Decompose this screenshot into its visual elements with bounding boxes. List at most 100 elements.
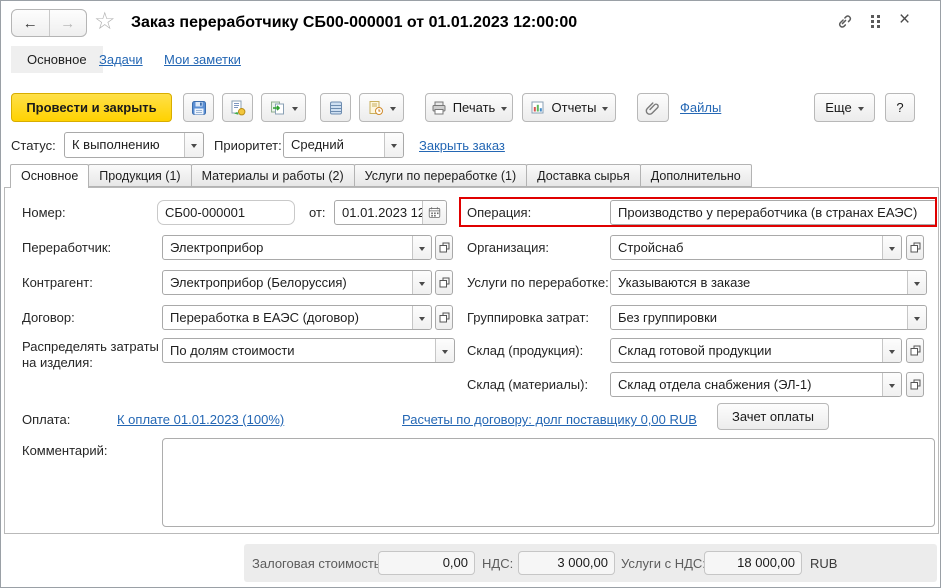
open-form-icon — [439, 242, 449, 253]
create-based-on-button[interactable] — [261, 93, 306, 122]
history-nav-group: ← → — [11, 9, 87, 37]
payment-offset-button[interactable]: Зачет оплаты — [717, 403, 829, 430]
reports-button[interactable]: Отчеты — [522, 93, 616, 122]
vat-field[interactable]: 3 000,00 — [518, 551, 615, 575]
reports-button-label: Отчеты — [551, 100, 597, 115]
status-select[interactable]: К выполнению — [64, 132, 204, 158]
chevron-down-icon[interactable] — [412, 306, 431, 329]
chevron-down-icon[interactable] — [412, 236, 431, 259]
allocate-costs-label: Распределять затраты на изделия: — [22, 339, 159, 370]
date-field[interactable]: 01.01.2023 12:00:00 — [334, 200, 447, 225]
chevron-down-icon[interactable] — [882, 339, 901, 362]
chevron-down-icon[interactable] — [384, 133, 403, 157]
priority-value: Средний — [291, 137, 344, 152]
pledge-cost-field[interactable]: 0,00 — [378, 551, 475, 575]
more-actions-button[interactable]: Еще — [814, 93, 875, 122]
contract-settlements-link[interactable]: Расчеты по договору: долг поставщику 0,0… — [402, 412, 697, 427]
back-button[interactable]: ← — [12, 10, 49, 36]
copy-link-icon[interactable] — [835, 13, 853, 31]
priority-select[interactable]: Средний — [283, 132, 404, 158]
tab-additional[interactable]: Дополнительно — [639, 164, 752, 187]
warehouse-materials-field[interactable]: Склад отдела снабжения (ЭЛ-1) — [610, 372, 902, 397]
organization-field[interactable]: Стройснаб — [610, 235, 902, 260]
chevron-down-icon[interactable] — [907, 271, 926, 294]
forward-button[interactable]: → — [48, 10, 87, 36]
warehouse-products-field[interactable]: Склад готовой продукции — [610, 338, 902, 363]
calendar-icon[interactable] — [422, 201, 446, 224]
services-with-vat-field[interactable]: 18 000,00 — [704, 551, 802, 575]
close-order-link[interactable]: Закрыть заказ — [419, 138, 505, 153]
chevron-down-icon[interactable] — [907, 306, 926, 329]
print-button[interactable]: Печать — [425, 93, 513, 122]
contract-field[interactable]: Переработка в ЕАЭС (договор) — [162, 305, 432, 330]
register-records-button[interactable] — [320, 93, 351, 122]
tab-materials[interactable]: Материалы и работы (2) — [190, 164, 355, 187]
processing-services-field[interactable]: Указываются в заказе — [610, 270, 927, 295]
chevron-down-icon[interactable] — [882, 373, 901, 396]
open-warehouse-products-button[interactable] — [906, 338, 924, 363]
reminder-button[interactable] — [359, 93, 404, 122]
post-and-close-button[interactable]: Провести и закрыть — [11, 93, 172, 122]
processor-value: Электроприбор — [170, 240, 264, 255]
chevron-down-icon[interactable] — [412, 271, 431, 294]
chevron-down-icon[interactable] — [184, 133, 203, 157]
open-warehouse-materials-button[interactable] — [906, 372, 924, 397]
nav-tab-my-notes[interactable]: Мои заметки — [164, 52, 241, 67]
tab-raw-delivery[interactable]: Доставка сырья — [526, 164, 641, 187]
contract-value: Переработка в ЕАЭС (договор) — [170, 310, 359, 325]
document-clock-icon — [368, 100, 384, 116]
allocate-costs-field[interactable]: По долям стоимости — [162, 338, 455, 363]
processing-services-value: Указываются в заказе — [618, 275, 751, 290]
warehouse-materials-label: Склад (материалы): — [467, 377, 589, 392]
payment-schedule-link[interactable]: К оплате 01.01.2023 (100%) — [117, 412, 284, 427]
counterparty-field[interactable]: Электроприбор (Белоруссия) — [162, 270, 432, 295]
chevron-down-icon[interactable] — [882, 236, 901, 259]
processor-label: Переработчик: — [22, 240, 112, 255]
open-form-icon — [439, 277, 449, 288]
operation-field[interactable]: Производство у переработчика (в странах … — [610, 200, 937, 225]
attachments-button[interactable] — [637, 93, 669, 122]
page-tab-bar: Основное Продукция (1) Материалы и работ… — [10, 164, 752, 188]
contract-label: Договор: — [22, 310, 75, 325]
tab-processing-services[interactable]: Услуги по переработке (1) — [353, 164, 528, 187]
comment-field[interactable] — [162, 438, 935, 527]
printer-icon — [431, 100, 447, 116]
open-form-icon — [910, 242, 920, 253]
main-tab-panel: Номер: СБ00-000001 от: 01.01.2023 12:00:… — [4, 187, 939, 534]
window-title: Заказ переработчику СБ00-000001 от 01.01… — [131, 14, 578, 31]
number-field[interactable]: СБ00-000001 — [157, 200, 295, 225]
nav-tab-tasks[interactable]: Задачи — [99, 52, 143, 67]
open-form-icon — [910, 345, 920, 356]
close-icon[interactable]: × — [899, 9, 910, 31]
processor-field[interactable]: Электроприбор — [162, 235, 432, 260]
post-document-button[interactable] — [222, 93, 253, 122]
files-link[interactable]: Файлы — [680, 100, 721, 115]
cost-grouping-field[interactable]: Без группировки — [610, 305, 927, 330]
cost-grouping-label: Группировка затрат: — [467, 310, 590, 325]
nav-tab-main[interactable]: Основное — [11, 46, 103, 73]
cost-grouping-value: Без группировки — [618, 310, 718, 325]
tab-products[interactable]: Продукция (1) — [88, 164, 192, 187]
favorite-star-icon[interactable]: ☆ — [94, 7, 116, 36]
open-organization-button[interactable] — [906, 235, 924, 260]
open-processor-button[interactable] — [435, 235, 453, 260]
comment-label: Комментарий: — [22, 443, 108, 458]
more-menu-icon[interactable] — [871, 13, 880, 28]
tab-main[interactable]: Основное — [10, 164, 90, 188]
warehouse-products-value: Склад готовой продукции — [618, 343, 772, 358]
help-button[interactable]: ? — [885, 93, 915, 122]
processing-services-label: Услуги по переработке: — [467, 275, 609, 290]
more-button-label: Еще — [825, 100, 852, 115]
register-list-icon — [328, 100, 344, 116]
save-button[interactable] — [183, 93, 214, 122]
open-form-icon — [910, 379, 920, 390]
chevron-down-icon[interactable] — [435, 339, 454, 362]
open-contract-button[interactable] — [435, 305, 453, 330]
counterparty-label: Контрагент: — [22, 275, 93, 290]
open-counterparty-button[interactable] — [435, 270, 453, 295]
organization-label: Организация: — [467, 240, 550, 255]
dropdown-caret — [389, 106, 396, 111]
document-post-icon — [230, 100, 246, 116]
paperclip-icon — [645, 100, 661, 116]
currency-label: RUB — [810, 556, 838, 571]
